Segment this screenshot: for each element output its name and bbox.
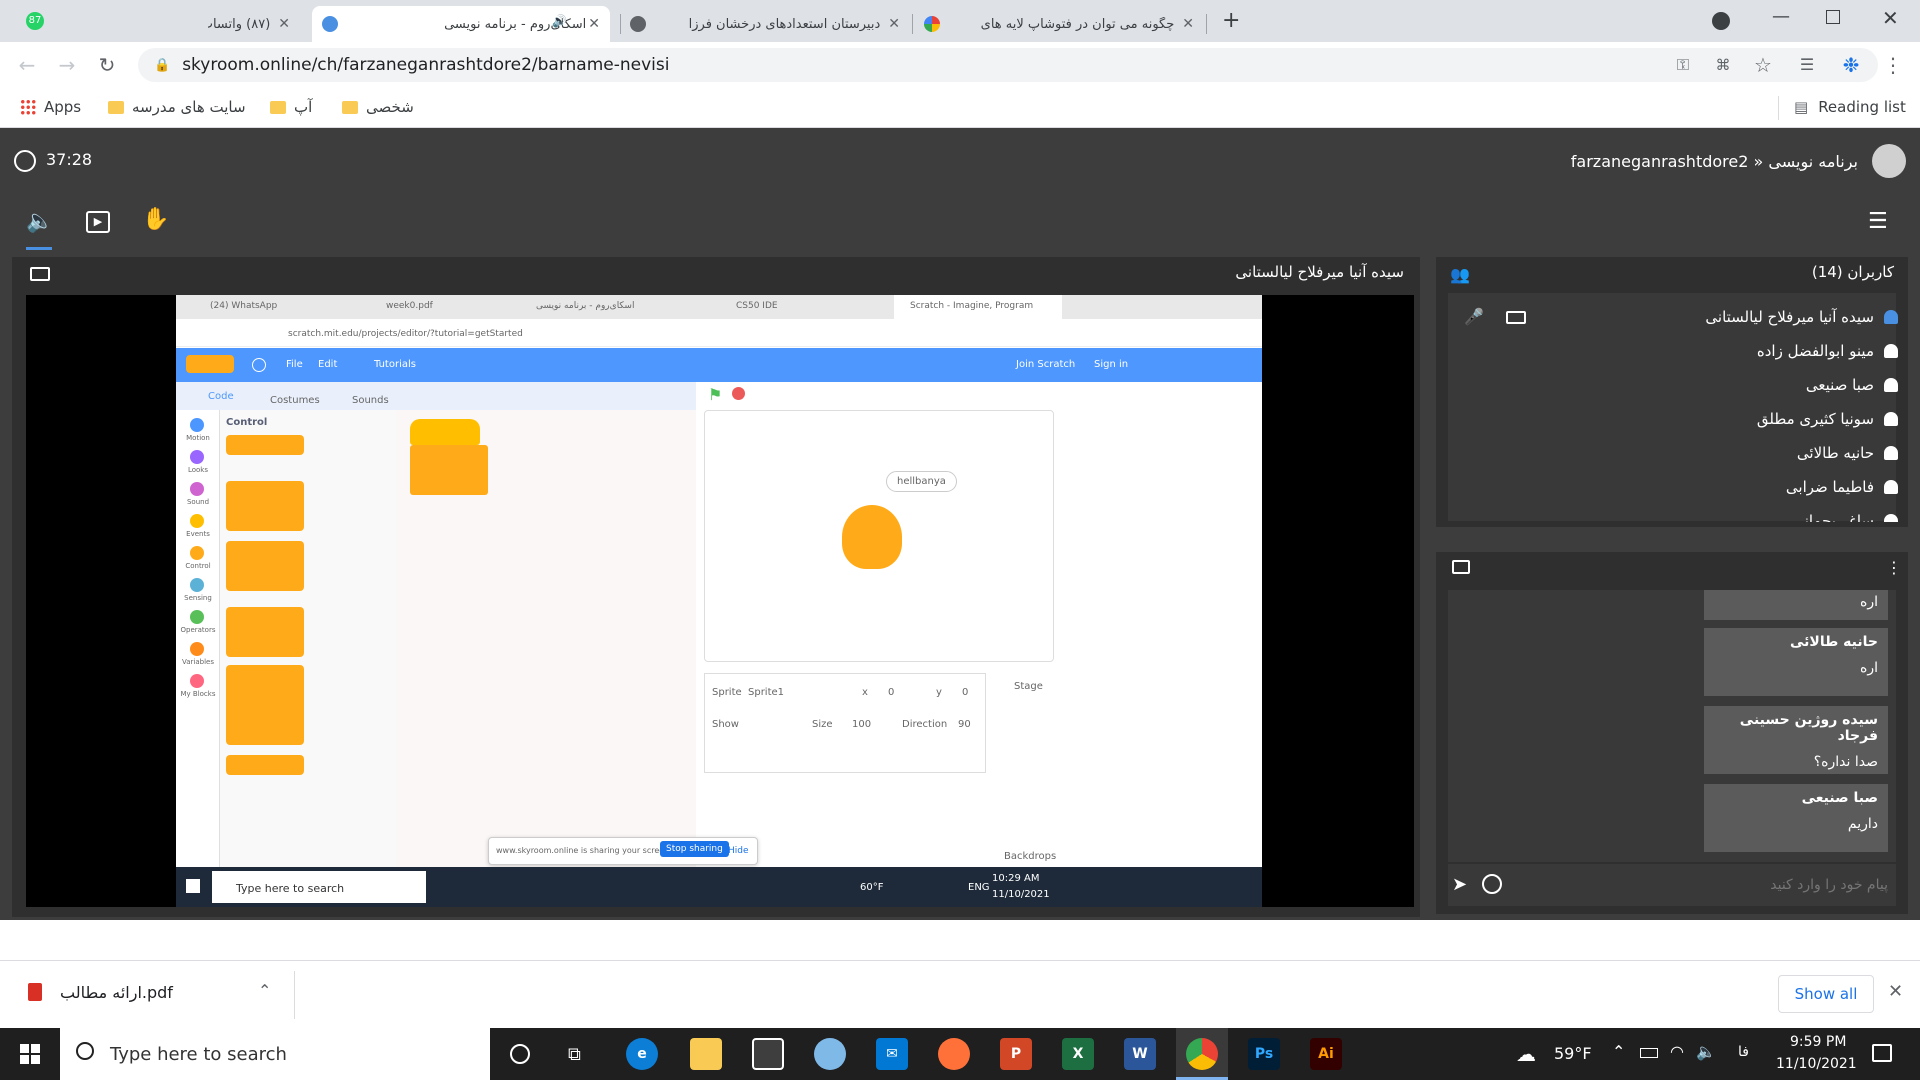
user-list-item[interactable]: سیده آنیا میرفلاح لیالستانی (1705, 302, 1898, 332)
user-name: سیده آنیا میرفلاح لیالستانی (1705, 308, 1874, 326)
file-explorer-icon[interactable] (690, 1038, 722, 1070)
search-icon (76, 1042, 94, 1060)
user-list-item[interactable]: صبا صنیعی (1806, 370, 1898, 400)
tray-chevron-icon[interactable]: ⌃ (1612, 1042, 1625, 1061)
inner-weather: 60°F (860, 882, 884, 893)
paint-icon[interactable] (814, 1038, 846, 1070)
category-label: Variables (182, 658, 214, 666)
user-name: سونیا کثیری مطلق (1756, 410, 1874, 428)
category-dot (190, 642, 204, 656)
user-list-item[interactable]: فاطیما ضرابی (1786, 472, 1898, 502)
store-icon[interactable] (752, 1038, 784, 1070)
taskbar-date[interactable]: 11/10/2021 (1776, 1056, 1857, 1072)
task-view-icon[interactable]: ⧉ (568, 1044, 581, 1065)
category-label: Sensing (184, 594, 212, 602)
stage-label: Stage (1014, 681, 1043, 692)
powerpoint-icon[interactable]: P (1000, 1038, 1032, 1070)
chat-message: اره (1704, 590, 1888, 620)
inner-windows-icon (186, 879, 200, 893)
size-label: Size (812, 719, 833, 730)
chat-icon (1452, 560, 1470, 574)
sharing-text: www.skyroom.online is sharing your scree… (496, 846, 672, 855)
pdf-file-icon (28, 983, 42, 1001)
category-dot (190, 546, 204, 560)
size-value: 100 (852, 719, 872, 730)
inner-lang: ENG (968, 882, 990, 893)
user-name: مینو ابوالفضل زاده (1756, 342, 1874, 360)
x-label: x (862, 687, 868, 698)
inner-search-text: Type here to search (236, 882, 345, 895)
user-icon (1884, 412, 1898, 426)
user-list-item[interactable]: حانیه طالائی (1797, 438, 1898, 468)
volume-icon[interactable]: 🔈 (1696, 1042, 1716, 1061)
wifi-icon[interactable]: ◠ (1670, 1042, 1684, 1061)
skyroom-footer: اسکای‌روم™ © (12, 930, 99, 945)
chevron-up-icon[interactable]: ⌃ (258, 981, 271, 1000)
download-bar: ارائه مطالب.pdf ⌃ Show all ✕ (0, 960, 1920, 1028)
taskbar-time[interactable]: 9:59 PM (1790, 1034, 1846, 1050)
user-icon (1884, 344, 1898, 358)
category-label: Control (185, 562, 211, 570)
user-icon (1884, 446, 1898, 460)
illustrator-icon[interactable]: Ai (1310, 1038, 1342, 1070)
category-label: Events (186, 530, 210, 538)
direction-value: 90 (958, 719, 971, 730)
x-value: 0 (888, 687, 895, 698)
category-dot (190, 578, 204, 592)
taskbar-search-text: Type here to search (110, 1044, 287, 1065)
show-label: Show (712, 719, 739, 730)
sprite-label: Sprite (712, 687, 742, 698)
inner-date: 11/10/2021 (992, 889, 1050, 900)
sprite-name: Sprite1 (748, 687, 785, 698)
notification-icon[interactable] (1872, 1044, 1892, 1062)
stop-sharing-button: Stop sharing (660, 841, 729, 857)
chat-message: صبا صنیعی داریم (1704, 784, 1888, 852)
chrome-icon[interactable] (1186, 1038, 1218, 1070)
hide-button: Hide (728, 846, 749, 856)
category-label: Operators (180, 626, 216, 634)
chat-message: سیده روژین حسینی فرجاد صدا نداره؟ (1704, 706, 1888, 774)
send-icon[interactable]: ➤ (1452, 874, 1467, 895)
user-name: حانیه طالائی (1796, 444, 1874, 462)
user-icon (1884, 378, 1898, 392)
chat-input[interactable] (1512, 870, 1888, 900)
emoji-icon[interactable] (1482, 874, 1502, 894)
chat-menu-icon[interactable]: ⋮ (1886, 558, 1902, 577)
battery-icon[interactable] (1640, 1048, 1658, 1058)
windows-taskbar: Type here to search ⧉ e ✉ P X W Ps Ai ☁ … (0, 1028, 1920, 1080)
user-name: صبا صنیعی (1805, 376, 1874, 394)
y-label: y (936, 687, 942, 698)
chat-message: حانیه طالائی اره (1704, 628, 1888, 696)
show-all-button[interactable]: Show all (1778, 975, 1874, 1013)
user-icon (1884, 310, 1898, 324)
inner-time: 10:29 AM (992, 873, 1040, 884)
direction-label: Direction (902, 719, 948, 730)
backdrops-label: Backdrops (1004, 851, 1057, 862)
user-list-item[interactable]: ساغر بجمانی (1792, 506, 1898, 522)
category-dot (190, 674, 204, 688)
word-icon[interactable]: W (1124, 1038, 1156, 1070)
close-download-icon[interactable]: ✕ (1888, 981, 1903, 1002)
weather-icon[interactable]: ☁ (1516, 1042, 1536, 1066)
user-name: فاطیما ضرابی (1785, 478, 1874, 496)
mail-icon[interactable]: ✉ (876, 1038, 908, 1070)
photoshop-icon[interactable]: Ps (1248, 1038, 1280, 1070)
user-icon (1884, 480, 1898, 494)
user-list-item[interactable]: سونیا کثیری مطلق (1757, 404, 1898, 434)
cortana-icon[interactable] (510, 1044, 530, 1064)
edge-icon[interactable]: e (626, 1038, 658, 1070)
taskbar-lang[interactable]: فا (1738, 1044, 1749, 1060)
user-list-item[interactable]: مینو ابوالفضل زاده (1757, 336, 1898, 366)
user-name: ساغر بجمانی (1792, 512, 1874, 522)
category-label: My Blocks (180, 690, 216, 698)
category-dot (190, 610, 204, 624)
windows-start-icon[interactable] (20, 1044, 40, 1064)
excel-icon[interactable]: X (1062, 1038, 1094, 1070)
y-value: 0 (962, 687, 969, 698)
taskbar-weather[interactable]: 59°F (1554, 1044, 1592, 1063)
user-icon (1884, 514, 1898, 522)
download-file[interactable]: ارائه مطالب.pdf (60, 983, 173, 1002)
firefox-icon[interactable] (938, 1038, 970, 1070)
